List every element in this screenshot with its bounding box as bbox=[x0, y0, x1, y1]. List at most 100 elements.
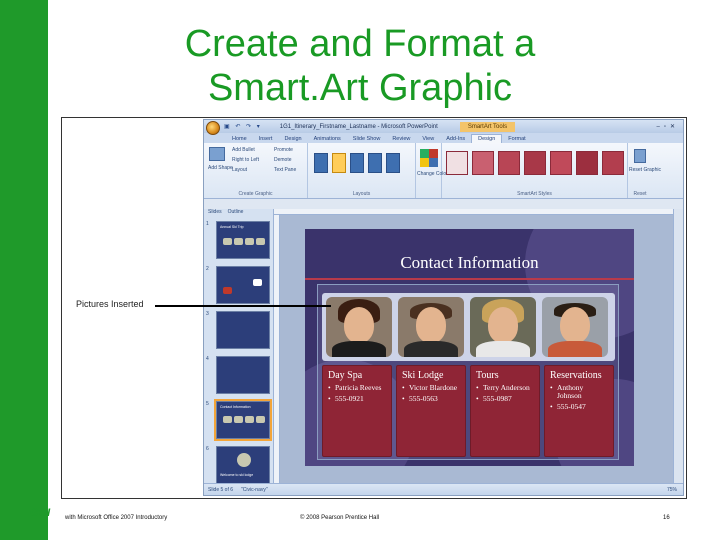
contact-box[interactable]: Tours Terry Anderson 555-0987 bbox=[470, 365, 540, 457]
zoom-level[interactable]: 75% bbox=[667, 487, 677, 493]
tab-review[interactable]: Review bbox=[386, 135, 416, 143]
pane-tab-slides[interactable]: Slides bbox=[208, 209, 222, 217]
layout-option[interactable] bbox=[368, 153, 382, 173]
slide-thumbnail-3[interactable] bbox=[216, 311, 270, 349]
contact-photo[interactable] bbox=[398, 297, 464, 357]
slide-thumbnail-6[interactable]: Welcome to ski lodge bbox=[216, 446, 270, 484]
heading-line-2: Smart.Art Graphic bbox=[207, 67, 513, 109]
callout-line bbox=[155, 305, 331, 307]
reset-graphic-button[interactable]: Reset Graphic bbox=[629, 167, 661, 173]
ribbon-tabs: Home Insert Design Animations Slide Show… bbox=[204, 133, 683, 143]
contact-photo[interactable] bbox=[470, 297, 536, 357]
window-controls[interactable]: –▫✕ bbox=[657, 123, 680, 130]
contact-box[interactable]: Reservations Anthony Johnson 555-0547 bbox=[544, 365, 614, 457]
thumbnail-number: 3 bbox=[206, 311, 209, 317]
contact-box[interactable]: Day Spa Patricia Reeves 555-0921 bbox=[322, 365, 392, 457]
slide-count: Slide 5 of 6 bbox=[208, 486, 234, 493]
slide-title[interactable]: Contact Information bbox=[305, 253, 634, 273]
tab-animations[interactable]: Animations bbox=[308, 135, 347, 143]
tab-view[interactable]: View bbox=[416, 135, 440, 143]
thumbnail-number: 1 bbox=[206, 221, 209, 227]
text-pane-button[interactable]: Text Pane bbox=[274, 167, 296, 173]
layouts-label: Layouts bbox=[352, 191, 371, 197]
reset-group: Reset Graphic Reset bbox=[628, 143, 661, 198]
pane-tabs: Slides Outline bbox=[204, 209, 273, 217]
style-option[interactable] bbox=[446, 151, 468, 175]
contact-name: Terry Anderson bbox=[476, 384, 534, 393]
reset-graphic-icon[interactable] bbox=[634, 149, 646, 163]
contact-place: Tours bbox=[476, 370, 499, 381]
style-option[interactable] bbox=[576, 151, 598, 175]
thumbnail-text: Welcome to ski lodge bbox=[220, 473, 254, 477]
go-logo: GOI bbox=[30, 507, 51, 519]
slide-thumbnail-1[interactable]: Annual Ski Trip bbox=[216, 221, 270, 259]
picture-band bbox=[322, 293, 615, 361]
thumbnail-image bbox=[256, 238, 265, 245]
footer-book-title: with Microsoft Office 2007 Introductory bbox=[65, 515, 168, 521]
ribbon: Add Shape Add Bullet Right to Left Layou… bbox=[204, 143, 683, 199]
contact-place: Day Spa bbox=[328, 370, 363, 381]
layout-option[interactable] bbox=[314, 153, 328, 173]
tab-home[interactable]: Home bbox=[226, 135, 253, 143]
contact-phone: 555-0563 bbox=[402, 395, 460, 404]
pane-tab-outline[interactable]: Outline bbox=[228, 209, 244, 217]
tab-format[interactable]: Format bbox=[502, 135, 531, 143]
tab-slide-show[interactable]: Slide Show bbox=[347, 135, 387, 143]
tab-insert[interactable]: Insert bbox=[253, 135, 279, 143]
tab-add-ins[interactable]: Add-Ins bbox=[440, 135, 471, 143]
smartart-graphic[interactable]: Day Spa Patricia Reeves 555-0921 Ski Lod… bbox=[317, 284, 619, 460]
contact-photo[interactable] bbox=[326, 297, 392, 357]
photo-face bbox=[416, 307, 446, 343]
layout-option-selected[interactable] bbox=[332, 153, 346, 173]
slide-thumbnail-5[interactable]: Contact Information bbox=[216, 401, 270, 439]
slide-thumbnail-4[interactable] bbox=[216, 356, 270, 394]
promote-button[interactable]: Promote bbox=[274, 147, 293, 153]
thumbnail-image bbox=[253, 279, 262, 286]
theme-name: "Civic-navy" bbox=[241, 486, 268, 493]
change-colors-group[interactable]: Change Colors bbox=[416, 143, 450, 198]
layout-button[interactable]: Layout bbox=[232, 167, 247, 173]
thumbnail-number: 5 bbox=[206, 401, 209, 407]
thumbnail-text: Contact Information bbox=[220, 405, 251, 409]
thumbnail-image bbox=[245, 238, 254, 245]
style-option[interactable] bbox=[602, 151, 624, 175]
photo-clothing bbox=[548, 341, 602, 357]
contact-phone: 555-0547 bbox=[550, 403, 608, 412]
style-option[interactable] bbox=[550, 151, 572, 175]
change-colors-icon[interactable] bbox=[420, 149, 438, 167]
add-bullet-button[interactable]: Add Bullet bbox=[232, 147, 255, 153]
right-to-left-button[interactable]: Right to Left bbox=[232, 157, 259, 163]
current-slide: Contact Information Day Spa • Patricia R… bbox=[305, 229, 634, 466]
add-shape-button[interactable]: Add Shape bbox=[208, 165, 233, 171]
photo-clothing bbox=[404, 341, 458, 357]
work-area: Slides Outline 1 Annual Ski Trip 2 3 4 5… bbox=[204, 209, 683, 485]
contact-name: Anthony Johnson bbox=[550, 384, 608, 400]
layouts-group: Layouts bbox=[308, 143, 416, 198]
office-button[interactable] bbox=[206, 120, 220, 135]
layout-option[interactable] bbox=[386, 153, 400, 173]
green-side-bar bbox=[0, 0, 48, 540]
style-option[interactable] bbox=[472, 151, 494, 175]
slide-editor: Contact Information Day Spa • Patricia R… bbox=[274, 209, 683, 485]
contact-phone: 555-0987 bbox=[476, 395, 534, 404]
quick-access-toolbar[interactable]: ▣ ↶ ↷ ▾ bbox=[224, 123, 262, 130]
contact-photo[interactable] bbox=[542, 297, 608, 357]
create-graphic-group: Add Shape Add Bullet Right to Left Layou… bbox=[204, 143, 308, 198]
add-shape-icon[interactable] bbox=[209, 147, 225, 161]
slide-thumbnail-2[interactable] bbox=[216, 266, 270, 304]
vertical-scrollbar[interactable] bbox=[673, 209, 683, 485]
photo-face bbox=[488, 307, 518, 343]
demote-button[interactable]: Demote bbox=[274, 157, 292, 163]
thumbnail-image bbox=[256, 416, 265, 423]
thumbnail-number: 4 bbox=[206, 356, 209, 362]
style-option[interactable] bbox=[524, 151, 546, 175]
style-option[interactable] bbox=[498, 151, 520, 175]
layout-option[interactable] bbox=[350, 153, 364, 173]
tab-smartart-design[interactable]: Design bbox=[471, 134, 503, 143]
photo-clothing bbox=[332, 341, 386, 357]
thumbnail-number: 2 bbox=[206, 266, 209, 272]
create-graphic-label: Create Graphic bbox=[238, 191, 273, 197]
contact-box[interactable]: Ski Lodge Victor Blardone 555-0563 bbox=[396, 365, 466, 457]
contact-place: Ski Lodge bbox=[402, 370, 444, 381]
tab-design[interactable]: Design bbox=[278, 135, 307, 143]
